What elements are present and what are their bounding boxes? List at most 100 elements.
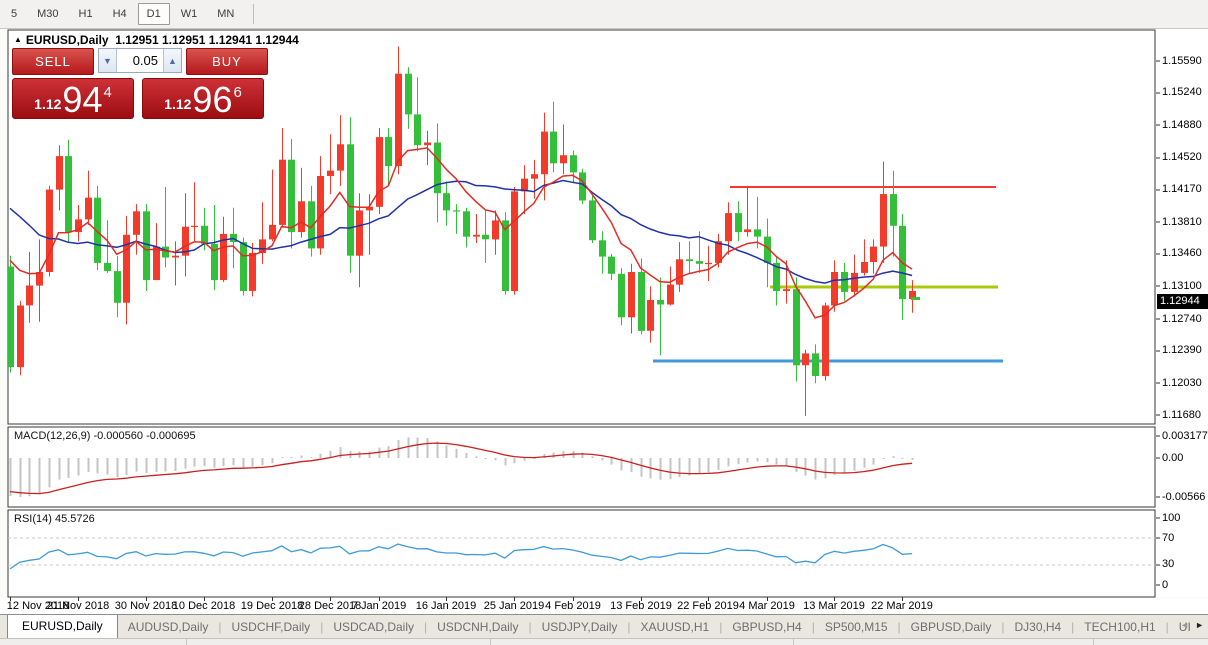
candle-body — [65, 156, 72, 232]
candle-body — [288, 160, 295, 232]
candle-body — [395, 74, 402, 166]
candle-body — [376, 137, 383, 207]
candle-body — [463, 211, 470, 236]
candle-body — [279, 160, 286, 225]
price-axis-label: 1.13100 — [1162, 280, 1202, 292]
rsi-axis-label: 70 — [1162, 532, 1174, 544]
tab-sp500-m15[interactable]: SP500,M15 — [815, 616, 898, 639]
candle-body — [851, 273, 858, 292]
candle-body — [783, 289, 790, 291]
sell-price-box[interactable]: 1.12 94 4 — [12, 78, 134, 119]
price-axis-label: 1.12740 — [1162, 313, 1202, 325]
status-bar — [0, 638, 1208, 645]
current-price-tag: 1.12944 — [1157, 294, 1208, 309]
sell-price-prefix: 1.12 — [34, 96, 61, 112]
candle-body — [676, 259, 683, 284]
volume-increase-button[interactable]: ▲ — [163, 49, 181, 72]
tab-audusd-daily[interactable]: AUDUSD,Daily — [118, 616, 219, 639]
tab-eurusd-daily[interactable]: EURUSD,Daily — [7, 614, 118, 639]
price-axis-label: 1.14520 — [1162, 151, 1202, 163]
price-axis-label: 1.12390 — [1162, 344, 1202, 356]
one-click-trading-panel: SELL ▼ 0.05 ▲ BUY 1.12 94 4 1.12 96 6 — [12, 48, 268, 119]
rsi-axis-label: 30 — [1162, 558, 1174, 570]
candle-body — [870, 247, 877, 262]
status-divider — [186, 639, 187, 645]
macd-label: MACD(12,26,9) -0.000560 -0.000695 — [14, 430, 196, 442]
candle-body — [502, 220, 509, 291]
price-axis-label: 1.15590 — [1162, 55, 1202, 67]
tab-gbpusd-h4[interactable]: GBPUSD,H4 — [722, 616, 811, 639]
tab-gbpusd-daily[interactable]: GBPUSD,Daily — [901, 616, 1002, 639]
candle-body — [550, 132, 557, 164]
candle-body — [754, 229, 761, 236]
tab-usdcad-daily[interactable]: USDCAD,Daily — [323, 616, 424, 639]
candle-body — [337, 144, 344, 170]
macd-axis-label: -0.00566 — [1162, 491, 1205, 503]
volume-decrease-button[interactable]: ▼ — [99, 49, 117, 72]
date-axis-label: 22 Feb 2019 — [677, 600, 739, 612]
candle-body — [560, 155, 567, 163]
candle-body — [133, 211, 140, 235]
tab-scroll-right-icon[interactable]: ► — [1195, 620, 1204, 630]
tab-xauusd-h1[interactable]: XAUUSD,H1 — [631, 616, 720, 639]
candle-body — [744, 229, 751, 232]
buy-button[interactable]: BUY — [186, 48, 268, 75]
candle-body — [570, 155, 577, 172]
candle-body — [705, 263, 712, 264]
date-axis-label: 13 Mar 2019 — [803, 600, 865, 612]
tab-usdjpy-daily[interactable]: USDJPY,Daily — [532, 616, 628, 639]
candle-body — [589, 200, 596, 240]
buy-price-box[interactable]: 1.12 96 6 — [142, 78, 264, 119]
buy-price-pip: 6 — [233, 84, 241, 101]
candle-body — [696, 261, 703, 264]
candle-body — [424, 143, 431, 146]
price-axis-label: 1.12030 — [1162, 377, 1202, 389]
candle-body — [17, 306, 24, 368]
tab-scroll-left-icon[interactable]: ◄ — [1180, 620, 1189, 630]
candle-body — [890, 194, 897, 226]
status-divider — [793, 639, 794, 645]
candle-body — [172, 256, 179, 258]
candle-body — [85, 198, 92, 220]
candle-body — [511, 191, 518, 291]
date-axis-label: 16 Jan 2019 — [416, 600, 477, 612]
tab-usdchf-daily[interactable]: USDCHF,Daily — [222, 616, 321, 639]
price-axis-label: 1.14880 — [1162, 119, 1202, 131]
candle-body — [414, 114, 421, 145]
candle-body — [201, 226, 208, 244]
volume-value[interactable]: 0.05 — [117, 49, 163, 72]
date-axis-label: 21 Nov 2018 — [47, 600, 109, 612]
date-axis-label: 19 Dec 2018 — [241, 600, 303, 612]
sell-button[interactable]: SELL — [12, 48, 94, 75]
sell-price-big: 94 — [62, 85, 102, 115]
date-axis-label: 22 Mar 2019 — [871, 600, 933, 612]
candle-body — [191, 226, 198, 227]
candle-body — [356, 210, 363, 255]
candle-body — [298, 201, 305, 232]
tab-tech100-h1[interactable]: TECH100,H1 — [1074, 616, 1165, 639]
date-axis-label: 4 Feb 2019 — [545, 600, 601, 612]
candle-body — [608, 257, 615, 274]
date-axis-label: 7 Jan 2019 — [352, 600, 406, 612]
candle-body — [249, 253, 256, 291]
buy-price-big: 96 — [192, 85, 232, 115]
candle-body — [492, 220, 499, 239]
candle-body — [880, 194, 887, 247]
status-divider — [490, 639, 491, 645]
macd-axis-label: 0.003177 — [1162, 430, 1208, 442]
candle-body — [861, 262, 868, 273]
candle-body — [269, 225, 276, 240]
status-divider — [1093, 639, 1094, 645]
date-axis-label: 25 Jan 2019 — [484, 600, 545, 612]
candle-body — [443, 193, 450, 210]
tab-usdcnh-daily[interactable]: USDCNH,Daily — [427, 616, 528, 639]
tab-dj30-h4[interactable]: DJ30,H4 — [1004, 616, 1071, 639]
candle-body — [7, 267, 14, 368]
macd-axis-label: 0.00 — [1162, 452, 1183, 464]
symbol-tab-bar: EURUSD,DailyAUDUSD,Daily|USDCHF,Daily|US… — [0, 614, 1208, 639]
candle-body — [347, 144, 354, 255]
date-axis-label: 4 Mar 2019 — [739, 600, 795, 612]
price-axis-label: 1.14170 — [1162, 183, 1202, 195]
price-axis-label: 1.15240 — [1162, 86, 1202, 98]
candle-body — [628, 272, 635, 317]
